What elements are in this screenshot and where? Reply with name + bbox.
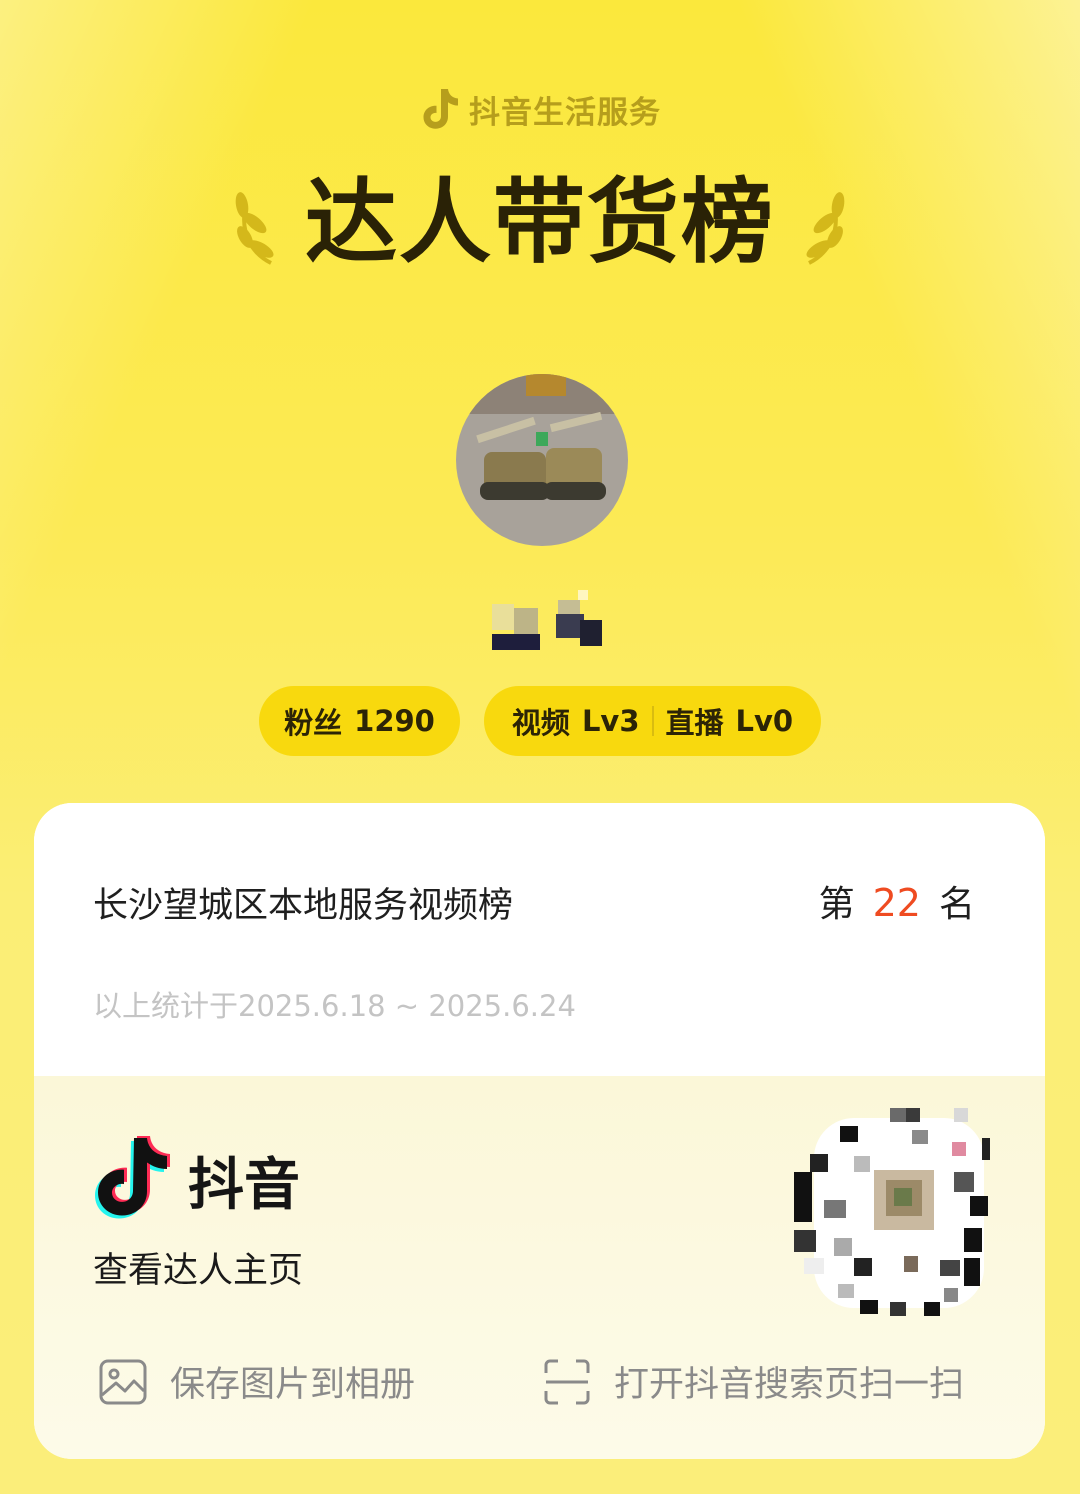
title-row: 达人带货榜 (0, 168, 1080, 278)
rank-card: 长沙望城区本地服务视频榜 第 22 名 以上统计于2025.6.18 ~ 202… (34, 803, 1045, 1459)
laurel-left-icon (235, 192, 274, 265)
laurel-right-icon (806, 192, 845, 265)
douyin-logo-icon (95, 1136, 170, 1219)
video-level: Lv3 (581, 704, 640, 738)
username-mosaic (492, 590, 602, 650)
live-label: 直播 (665, 706, 724, 740)
avatar-image (456, 374, 628, 546)
fans-label: 粉丝 (284, 706, 343, 740)
image-icon (99, 1359, 147, 1404)
douyin-note-icon (423, 89, 458, 129)
share-section: 抖音 查看达人主页 保存图片到相册 打开抖音搜索页扫一扫 (34, 1076, 1045, 1459)
avatar[interactable] (456, 374, 628, 546)
badge-divider (651, 706, 654, 736)
app-name: 抖音 (188, 1152, 300, 1218)
rank-list-name: 长沙望城区本地服务视频榜 (93, 886, 514, 926)
scan-label: 打开抖音搜索页扫一扫 (614, 1365, 965, 1405)
fans-count: 1290 (354, 704, 435, 738)
live-level: Lv0 (735, 704, 794, 738)
brand-name: 抖音生活服务 (469, 94, 661, 131)
scan-icon (544, 1359, 590, 1404)
rank-prefix: 第 (818, 884, 855, 925)
rank-suffix: 名 (938, 884, 975, 925)
save-image-label: 保存图片到相册 (170, 1365, 416, 1405)
level-badge: 视频 Lv3 直播 Lv0 (484, 686, 821, 756)
view-profile-text: 查看达人主页 (93, 1251, 304, 1291)
rank-position: 第 22 名 (819, 875, 975, 927)
page-title: 达人带货榜 (304, 169, 775, 276)
scan-button[interactable]: 打开抖音搜索页扫一扫 (542, 1356, 964, 1407)
douyin-logo: 抖音 (92, 1134, 300, 1226)
qr-code (794, 1108, 990, 1316)
fans-badge: 粉丝 1290 (259, 686, 460, 756)
rank-section: 长沙望城区本地服务视频榜 第 22 名 以上统计于2025.6.18 ~ 202… (34, 803, 1045, 1076)
video-label: 视频 (511, 706, 570, 740)
save-image-button[interactable]: 保存图片到相册 (98, 1356, 415, 1407)
brand-header: 抖音生活服务 (0, 86, 1080, 132)
rank-number: 22 (872, 881, 921, 925)
stat-period: 以上统计于2025.6.18 ~ 2025.6.24 (93, 989, 576, 1023)
